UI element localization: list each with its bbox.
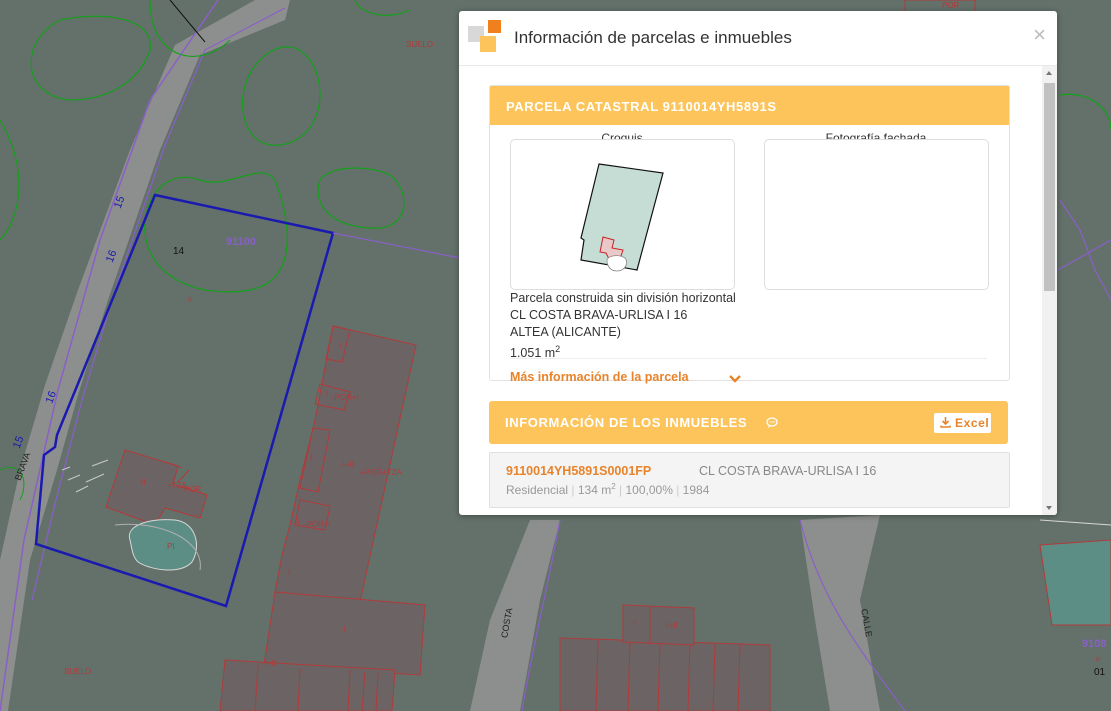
facade-photo-box[interactable]: [764, 139, 989, 290]
parcel-info-dialog: Información de parcelas e inmuebles × PA…: [459, 11, 1057, 515]
dialog-header: Información de parcelas e inmuebles ×: [459, 11, 1057, 66]
dialog-title: Información de parcelas e inmuebles: [514, 28, 792, 47]
property-use: Residencial: [506, 483, 569, 497]
chevron-down-icon[interactable]: [728, 374, 742, 384]
map-label: I: [339, 342, 341, 351]
map-label: POR: [184, 485, 202, 494]
map-label: P: [188, 298, 192, 304]
dialog-scrollbar[interactable]: [1042, 66, 1057, 515]
parcel-panel: PARCELA CATASTRAL 9110014YH5891S Croquis…: [489, 85, 1010, 384]
scroll-thumb[interactable]: [1044, 83, 1055, 291]
catastro-logo-icon: [468, 20, 501, 52]
parcel-number-label: 91100: [226, 236, 256, 248]
excel-export-button[interactable]: Excel: [934, 413, 991, 433]
map-label: PI: [167, 542, 175, 551]
map-label: -POR+I: [332, 393, 359, 402]
excel-label: Excel: [955, 416, 990, 430]
map-label: -I+II: [340, 460, 354, 469]
dialog-body: PARCELA CATASTRAL 9110014YH5891S Croquis…: [459, 66, 1041, 515]
croquis-box[interactable]: [510, 139, 735, 290]
map-label: 01: [1094, 667, 1106, 678]
property-details: Residencial | 134 m2 | 100,00% | 1984: [506, 482, 710, 497]
parcel-sketch: [580, 163, 664, 272]
map-label: II: [141, 478, 145, 487]
map-label: P: [1096, 657, 1101, 664]
map-label: I: [326, 389, 328, 398]
map-label: -I: [341, 625, 346, 634]
inmuebles-panel: INFORMACIÓN DE LOS INMUEBLES Excel: [489, 401, 1008, 444]
building-footprint: [1039, 539, 1111, 626]
property-year: 1984: [682, 483, 710, 497]
more-parcel-info-link[interactable]: Más información de la parcela: [510, 370, 689, 384]
map-label: SUELO: [406, 40, 433, 49]
map-label: -I+II: [664, 621, 678, 630]
parcel-address: CL COSTA BRAVA-URLISA I 16: [510, 308, 688, 322]
map-label: SUELO: [64, 667, 91, 676]
property-row[interactable]: 9110014YH5891S0001FP CL COSTA BRAVA-URLI…: [489, 452, 1010, 508]
parcel-municipality: ALTEA (ALICANTE): [510, 325, 621, 339]
map-label: I: [288, 568, 290, 577]
parcel-number-label: 9108: [1082, 638, 1106, 650]
parcel-reference-title: PARCELA CATASTRAL 9110014YH5891S: [506, 99, 777, 114]
map-label: I: [310, 453, 312, 462]
map-label: POR: [942, 1, 960, 10]
map-label: -POR+I: [304, 520, 331, 529]
download-icon: [940, 417, 951, 428]
comment-icon[interactable]: [766, 417, 778, 428]
parcel-panel-header: PARCELA CATASTRAL 9110014YH5891S: [490, 86, 1009, 125]
map-label: +POR+TZA: [360, 468, 402, 477]
property-address: CL COSTA BRAVA-URLISA I 16: [699, 464, 877, 478]
parcel-type: Parcela construida sin división horizont…: [510, 291, 736, 305]
pool-outline: [128, 519, 197, 571]
scroll-down-icon[interactable]: [1046, 506, 1052, 510]
close-icon[interactable]: ×: [1033, 24, 1046, 46]
parcel-description: Parcela construida sin división horizont…: [510, 290, 736, 362]
inmuebles-panel-header: INFORMACIÓN DE LOS INMUEBLES Excel: [489, 401, 1008, 444]
map-label: -I: [295, 518, 300, 527]
map-label: 14: [173, 246, 185, 257]
property-percent: 100,00%: [625, 483, 673, 497]
inmuebles-title: INFORMACIÓN DE LOS INMUEBLES: [505, 415, 748, 430]
property-surface: 134 m: [577, 483, 612, 497]
map-label: -I+II: [262, 659, 276, 668]
divider: [510, 358, 987, 359]
property-reference[interactable]: 9110014YH5891S0001FP: [506, 464, 651, 478]
scroll-up-icon[interactable]: [1046, 71, 1052, 75]
map-label: -I: [632, 619, 637, 628]
